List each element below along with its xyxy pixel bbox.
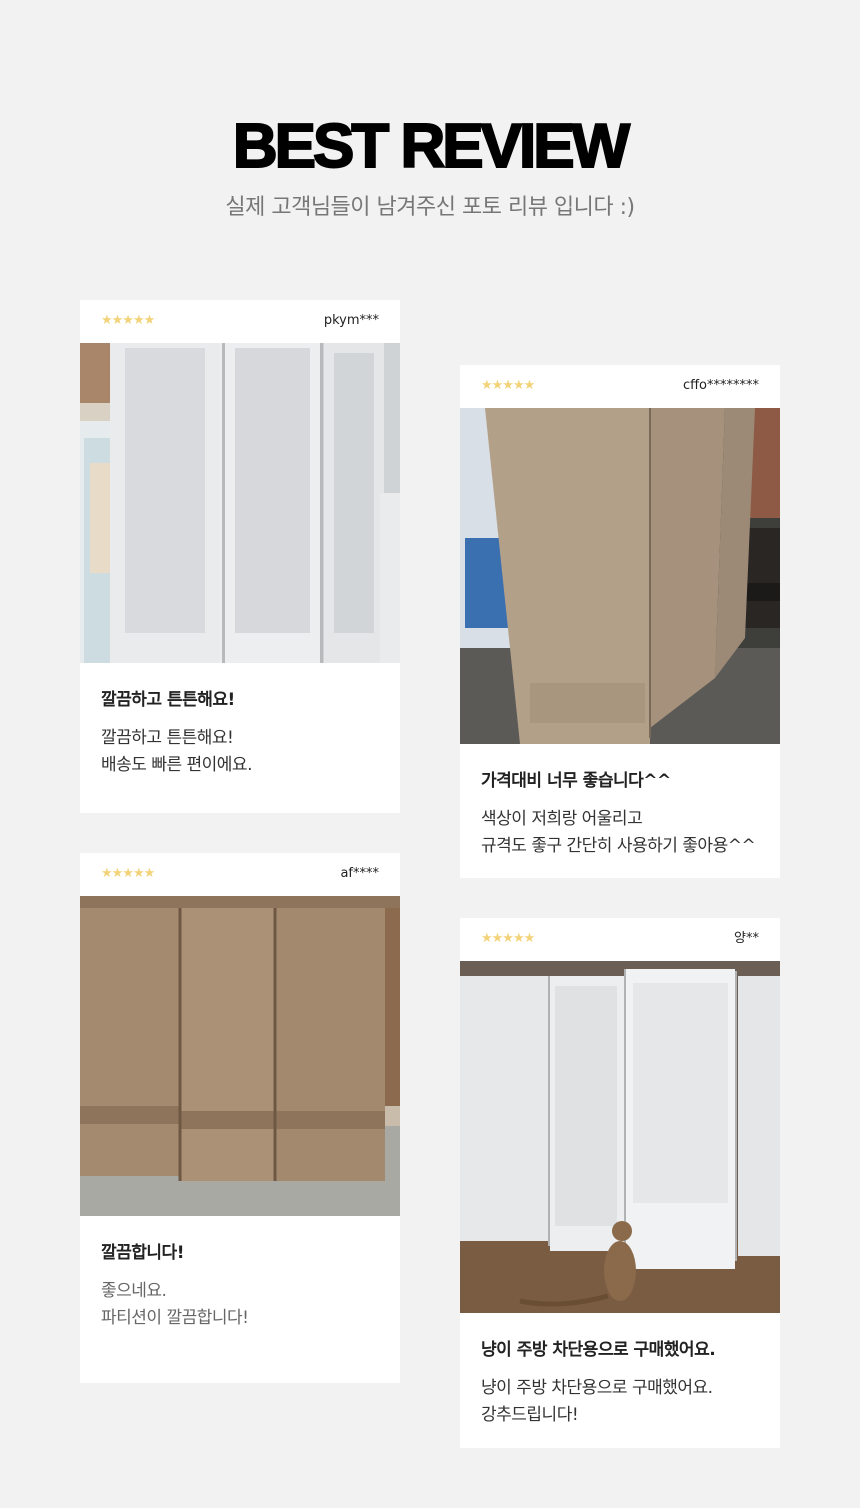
review-card-header: ★★★★★ af****: [80, 853, 400, 896]
review-title: 깔끔합니다!: [101, 1243, 184, 1263]
review-text: 냥이 주방 차단용으로 구매했어요. 강추드립니다!: [481, 1375, 759, 1429]
review-card-header: ★★★★★ 양**: [460, 918, 780, 961]
reviewer-id: pkym***: [323, 313, 379, 328]
reviewer-id: 양**: [734, 931, 759, 946]
review-line: 색상이 저희랑 어울리고: [481, 809, 643, 829]
review-line: 냥이 주방 차단용으로 구매했어요.: [481, 1378, 713, 1398]
review-card-header: ★★★★★ pkym***: [80, 300, 400, 343]
page-subtitle: 실제 고객님들이 남겨주신 포토 리뷰 입니다 :): [225, 195, 635, 220]
review-photo[interactable]: [80, 343, 400, 663]
review-card[interactable]: ★★★★★ cffo******** 가격대비 너무 좋습니다^^ 색상이 저희…: [460, 365, 780, 878]
review-line: 규격도 좋구 간단히 사용하기 좋아용^^: [481, 836, 756, 856]
review-card[interactable]: ★★★★★ pkym*** 깔끔하고 튼튼해요! 깔끔하고 튼튼해요! 배송도 …: [80, 300, 400, 813]
rating-stars: ★★★★★: [101, 866, 155, 881]
rating-stars: ★★★★★: [101, 313, 155, 328]
review-title: 가격대비 너무 좋습니다^^: [481, 771, 671, 791]
review-line: 배송도 빠른 편이에요.: [101, 755, 252, 775]
rating-stars: ★★★★★: [481, 931, 535, 946]
review-line: 강추드립니다!: [481, 1405, 579, 1425]
reviewer-id: af****: [340, 866, 379, 881]
review-photo[interactable]: [460, 961, 780, 1313]
reviewer-id: cffo********: [682, 378, 759, 393]
review-text: 좋으네요. 파티션이 깔끔합니다!: [101, 1278, 379, 1332]
review-title: 냥이 주방 차단용으로 구매했어요.: [481, 1340, 716, 1360]
page-title: BEST REVIEW: [232, 111, 631, 182]
review-photo[interactable]: [460, 408, 780, 744]
review-card-header: ★★★★★ cffo********: [460, 365, 780, 408]
review-text: 깔끔하고 튼튼해요! 배송도 빠른 편이에요.: [101, 725, 379, 779]
review-line: 깔끔하고 튼튼해요!: [101, 728, 234, 748]
rating-stars: ★★★★★: [481, 378, 535, 393]
review-photo[interactable]: [80, 896, 400, 1216]
review-text: 색상이 저희랑 어울리고 규격도 좋구 간단히 사용하기 좋아용^^: [481, 806, 759, 860]
review-card[interactable]: ★★★★★ 양** 냥이 주방 차단용으로 구매했어요. 냥이 주방 차단용으로…: [460, 918, 780, 1448]
review-line: 좋으네요.: [101, 1281, 167, 1301]
review-line: 파티션이 깔끔합니다!: [101, 1308, 249, 1328]
review-card[interactable]: ★★★★★ af**** 깔끔합니다! 좋으네요. 파티션이 깔끔합니다!: [80, 853, 400, 1383]
review-title: 깔끔하고 튼튼해요!: [101, 690, 235, 710]
